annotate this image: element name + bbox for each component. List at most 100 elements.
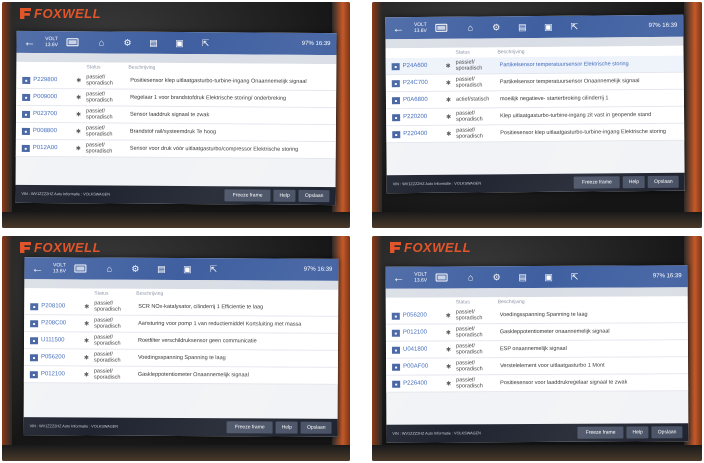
print-icon[interactable]: ▤ — [518, 272, 528, 282]
dtc-row[interactable]: ■ P208C00 ✱ passief/ sporadisch Aansturing v… — [24, 315, 339, 334]
dtc-code: P00AF00 — [403, 363, 429, 370]
top-bar: ← VOLT 13.6V ⌂ ⚙ ▤ ▣ ⇱ 97% 16:39 — [385, 265, 688, 289]
freeze-frame-icon: ✱ — [83, 371, 89, 379]
freeze-frame-icon: ✱ — [75, 145, 81, 152]
dtc-code: P226400 — [403, 380, 428, 387]
export-icon[interactable]: ⇱ — [569, 21, 579, 32]
device-bezel — [372, 236, 382, 461]
print-icon[interactable]: ▤ — [517, 22, 527, 32]
dtc-row[interactable]: ■ U041800 ✱ passief/ sporadisch ESP onaannem… — [385, 340, 689, 359]
settings-icon[interactable]: ⚙ — [122, 37, 132, 48]
export-icon[interactable]: ⇱ — [208, 264, 218, 274]
vehicle-info: VIN : WV1ZZZ2HZ Auto Informatie : VOLKSW… — [29, 423, 119, 429]
image-icon[interactable]: ▣ — [544, 271, 554, 282]
dtc-row[interactable]: ■ P056200 ✱ passief/ sporadisch Voedingsspan… — [385, 306, 688, 325]
dtc-type-icon: ■ — [392, 380, 401, 388]
dtc-description: Partikelsensor temperatuursensor Elektri… — [499, 60, 629, 69]
home-icon[interactable]: ⌂ — [466, 272, 476, 282]
dtc-description: ESP onaannemelijk signaal — [499, 345, 567, 352]
print-icon[interactable]: ▤ — [156, 263, 166, 274]
save-button[interactable]: Opslaan — [298, 189, 330, 203]
home-icon[interactable]: ⌂ — [104, 263, 114, 274]
brand-mark-icon — [20, 242, 31, 253]
image-icon[interactable]: ▣ — [174, 37, 184, 48]
action-buttons: Freeze frame Help Opslaan — [573, 175, 679, 189]
battery-icon — [435, 273, 448, 282]
settings-icon[interactable]: ⚙ — [491, 22, 501, 32]
dtc-code: P012100 — [402, 329, 427, 336]
dtc-code: P012100 — [40, 371, 65, 378]
help-button[interactable]: Help — [275, 421, 298, 434]
dtc-row[interactable]: ■ P229800 ✱ passief/ sporadisch Positiesenso… — [16, 71, 337, 92]
dtc-description: Partikelsensor temperatuursensor Onaanne… — [499, 77, 640, 86]
device-screen: ← VOLT 13.6V ⌂ ⚙ ▤ ▣ ⇱ 97% 16:39 Status Beschrijv… — [15, 30, 337, 206]
dtc-description: Sensor voor druk vóór uitlaatgasturbo/co… — [129, 145, 299, 153]
freeze-frame-icon: ✱ — [445, 312, 451, 319]
dtc-code: P012A00 — [32, 145, 58, 152]
dtc-row[interactable]: ■ P208100 ✱ passief/ sporadisch SCR NOx-kata… — [24, 298, 339, 317]
dtc-type-icon: ■ — [391, 96, 400, 104]
freeze-frame-icon: ✱ — [445, 329, 451, 336]
dtc-code: P24C700 — [402, 79, 428, 87]
photo-bl: FOXWELL ← VOLT 13.6V ⌂ ⚙ ▤ ▣ ⇱ 97% 16:39 Status Be… — [2, 236, 350, 461]
freeze-frame-icon: ✱ — [445, 80, 451, 87]
brand-name: FOXWELL — [404, 240, 472, 255]
help-button[interactable]: Help — [626, 426, 649, 439]
dtc-row[interactable]: ■ P012100 ✱ passief/ sporadisch Gaskleppoten… — [385, 323, 688, 342]
freeze-frame-button[interactable]: Freeze frame — [226, 421, 273, 434]
device-screen: ← VOLT 13.6V ⌂ ⚙ ▤ ▣ ⇱ 97% 16:39 Status Beschrijv… — [385, 14, 685, 194]
dtc-description: Gaskleppotentiometer onaannemelijk signa… — [499, 328, 610, 335]
back-arrow-icon[interactable]: ← — [22, 35, 36, 49]
save-button[interactable]: Opslaan — [648, 175, 679, 189]
back-arrow-icon[interactable]: ← — [392, 271, 406, 285]
desk-surface — [2, 445, 350, 461]
action-buttons: Freeze frame Help Opslaan — [577, 426, 683, 439]
dtc-type-icon: ■ — [391, 346, 400, 354]
dtc-row[interactable]: ■ P220400 ✱ passief/ sporadisch Positiesenso… — [386, 123, 685, 144]
dtc-status: passief/ sporadisch — [86, 91, 113, 104]
bottom-bar: VIN : WV1ZZZ2HZ Auto Informatie : VOLKSW… — [15, 184, 336, 206]
dtc-description: Voedingsspanning Spanning te laag — [499, 311, 588, 318]
settings-icon[interactable]: ⚙ — [130, 263, 140, 274]
column-description: Beschrijving — [497, 49, 525, 56]
status-readout: 97% 16:39 — [303, 266, 333, 273]
freeze-frame-button[interactable]: Freeze frame — [573, 176, 620, 189]
dtc-type-icon: ■ — [22, 76, 31, 84]
dtc-code: P009000 — [33, 94, 58, 101]
help-button[interactable]: Help — [273, 189, 296, 202]
freeze-frame-icon: ✱ — [445, 63, 451, 70]
device-screen: ← VOLT 13.6V ⌂ ⚙ ▤ ▣ ⇱ 97% 16:39 Status Beschrijv… — [23, 257, 339, 437]
home-icon[interactable]: ⌂ — [96, 37, 106, 47]
back-arrow-icon[interactable]: ← — [391, 21, 405, 35]
export-icon[interactable]: ⇱ — [570, 271, 580, 282]
print-icon[interactable]: ▤ — [148, 37, 158, 48]
dtc-row[interactable]: ■ P012100 ✱ passief/ sporadisch Gaskleppoten… — [23, 366, 338, 385]
dtc-type-icon: ■ — [391, 329, 400, 337]
help-button[interactable]: Help — [622, 176, 646, 189]
vehicle-info: VIN : WV1ZZZ2HZ Auto Informatie : VOLKSW… — [392, 180, 482, 186]
dtc-type-icon: ■ — [392, 363, 401, 371]
save-button[interactable]: Opslaan — [651, 426, 683, 439]
freeze-frame-button[interactable]: Freeze frame — [577, 426, 624, 439]
dtc-row[interactable]: ■ P226400 ✱ passief/ sporadisch Positiesenso… — [386, 374, 689, 393]
image-icon[interactable]: ▣ — [182, 264, 192, 274]
photo-collage: FOXWELL ← VOLT 13.6V ⌂ ⚙ ▤ ▣ ⇱ 97% 16:39 Status Be… — [0, 0, 704, 463]
image-icon[interactable]: ▣ — [543, 21, 553, 32]
dtc-row[interactable]: ■ U111500 ✱ passief/ sporadisch Roetfilter v… — [23, 332, 339, 351]
device-bezel — [372, 2, 382, 228]
back-arrow-icon[interactable]: ← — [30, 261, 44, 275]
freeze-frame-button[interactable]: Freeze frame — [224, 189, 271, 202]
home-icon[interactable]: ⌂ — [465, 22, 475, 33]
dtc-row[interactable]: ■ P00AF00 ✱ passief/ sporadisch Versteleleme… — [386, 357, 689, 376]
dtc-type-icon: ■ — [29, 370, 38, 378]
dtc-description: moeilijk negatieve- starterbroking cilin… — [499, 95, 609, 103]
photo-tl: FOXWELL ← VOLT 13.6V ⌂ ⚙ ▤ ▣ ⇱ 97% 16:39 Status Be… — [2, 2, 350, 228]
dtc-row[interactable]: ■ P056200 ✱ passief/ sporadisch Voedingsspan… — [23, 349, 338, 368]
dtc-row[interactable]: ■ P012A00 ✱ passief/ sporadisch Sensor voor … — [15, 139, 336, 160]
action-buttons: Freeze frame Help Opslaan — [226, 421, 332, 434]
save-button[interactable]: Opslaan — [300, 421, 332, 434]
settings-icon[interactable]: ⚙ — [492, 272, 502, 282]
battery-icon — [435, 23, 448, 32]
dtc-type-icon: ■ — [391, 312, 400, 320]
export-icon[interactable]: ⇱ — [200, 38, 210, 48]
